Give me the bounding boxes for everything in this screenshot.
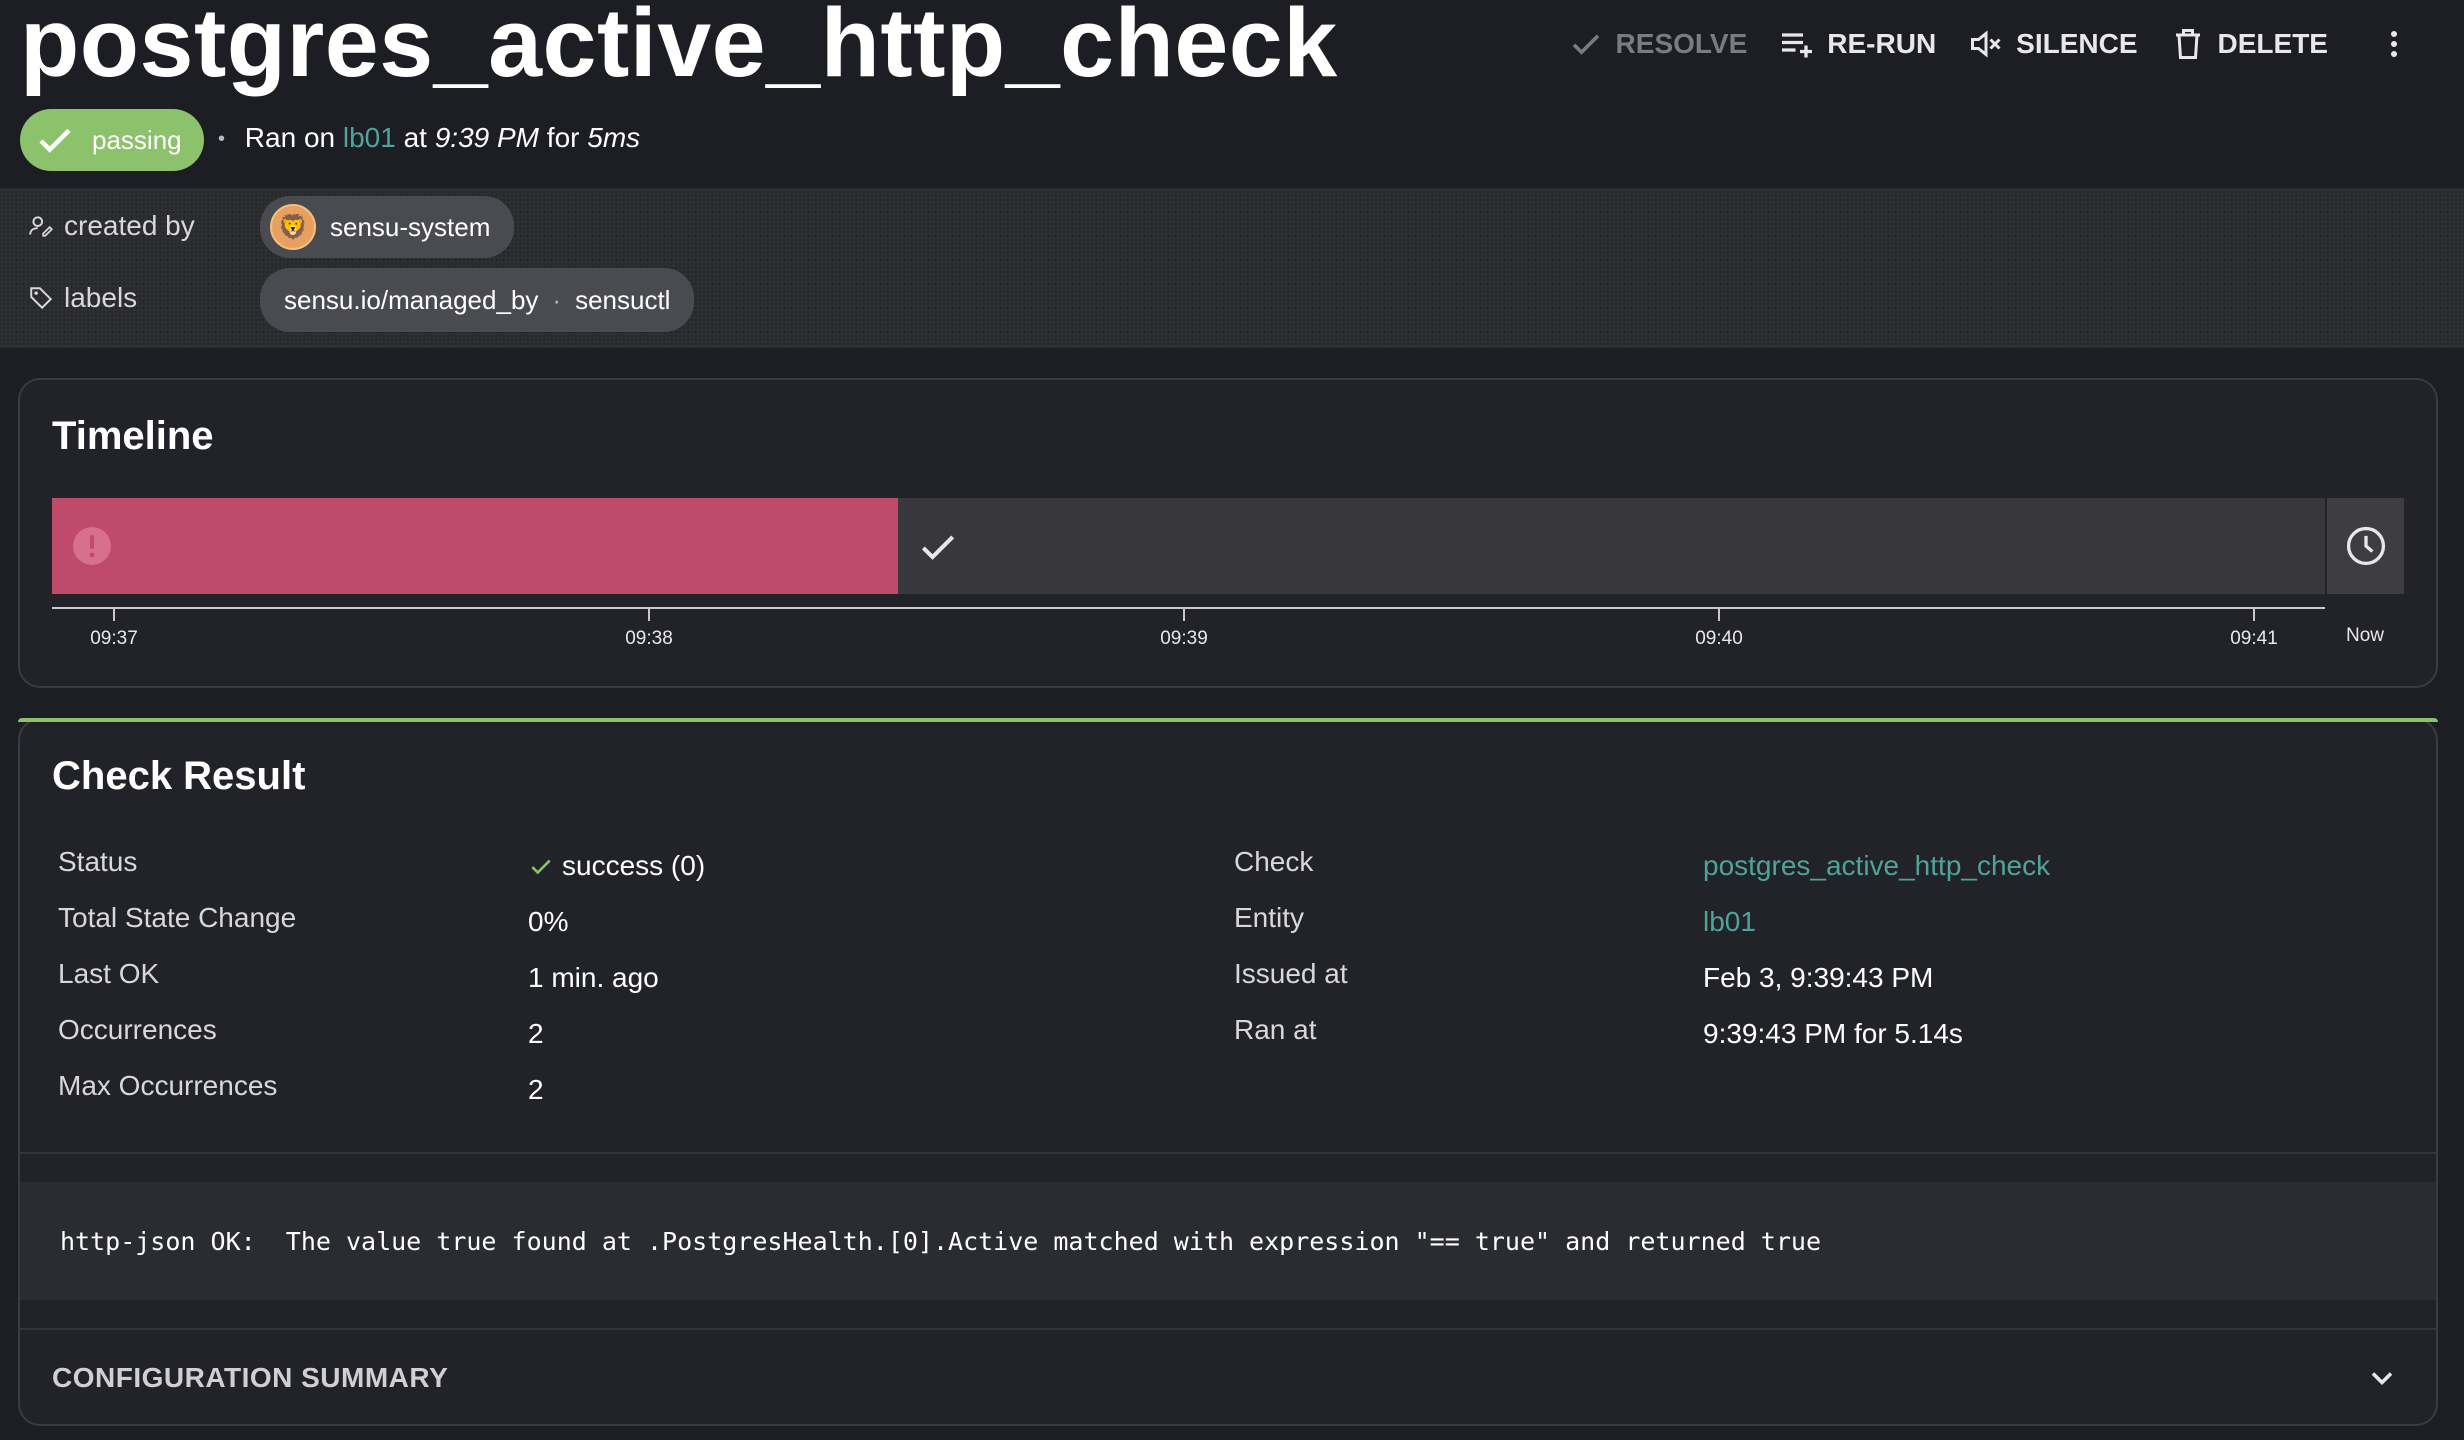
timeline-tick-label: 09:41 [2230, 628, 2278, 649]
status-value-text: success (0) [562, 850, 706, 881]
check-result-card [18, 718, 2438, 1426]
last-ok-value: 1 min. ago [528, 962, 659, 993]
label-chip[interactable]: sensu.io/managed_by · sensuctl [260, 268, 695, 332]
issued-at-value: Feb 3, 9:39:43 PM [1703, 962, 1934, 993]
check-label: Check [1234, 846, 1314, 877]
ran-on-prefix: Ran on [244, 122, 336, 153]
at-word: at [403, 122, 427, 153]
timeline-tick-label: 09:39 [1160, 628, 1208, 649]
status-value: success (0) [528, 850, 705, 882]
check-link[interactable]: postgres_active_http_check [1703, 850, 2050, 882]
timeline-tick-label: 09:40 [1695, 628, 1743, 649]
check-icon [531, 859, 551, 875]
status-badge-label: passing [92, 124, 182, 155]
entity-link[interactable]: lb01 [343, 122, 396, 153]
check-result-title: Check Result [52, 754, 306, 798]
timeline-axis [52, 607, 2325, 609]
page-title: postgres_active_http_check [20, 0, 1338, 97]
last-ok-label: Last OK [58, 958, 160, 989]
total-state-change-label: Total State Change [58, 902, 297, 933]
status-badge: passing [20, 109, 204, 171]
timeline-tick [1183, 609, 1185, 621]
max-occurrences-value: 2 [528, 1074, 544, 1105]
person-edit-icon [29, 216, 54, 237]
timeline-tick [1718, 609, 1720, 621]
check-icon [921, 535, 955, 560]
timeline-tick [648, 609, 650, 621]
alert-icon [73, 527, 111, 565]
timeline-title: Timeline [52, 414, 214, 458]
configuration-summary-label: CONFIGURATION SUMMARY [52, 1362, 449, 1393]
status-accent-bar [18, 718, 2438, 722]
created-by-label: created by [28, 210, 195, 242]
created-by-value: sensu-system [330, 211, 491, 242]
max-occurrences-label: Max Occurrences [58, 1070, 278, 1101]
entity-label: Entity [1234, 902, 1305, 933]
action-toolbar: RESOLVE RE-RUN SILENCE DELETE [1568, 18, 2464, 70]
silence-button[interactable]: SILENCE [1968, 26, 2138, 62]
check-output: http-json OK: The value true found at .P… [20, 1182, 2436, 1300]
timeline-tick-label: 09:37 [90, 628, 138, 649]
created-by-chip[interactable]: 🦁 sensu-system [260, 196, 515, 258]
avatar: 🦁 [270, 204, 316, 250]
ran-at-value: 9:39:43 PM for 5.14s [1703, 1018, 1963, 1049]
rerun-button[interactable]: RE-RUN [1779, 26, 1936, 62]
timeline-tick [113, 609, 115, 621]
timeline-failing-segment[interactable] [52, 498, 898, 594]
entity-link[interactable]: lb01 [1703, 906, 1756, 938]
timeline-now-button[interactable] [2327, 498, 2404, 594]
labels-text: labels [64, 282, 138, 313]
delete-button[interactable]: DELETE [2170, 26, 2328, 62]
created-by-text: created by [64, 210, 195, 241]
total-state-change-value: 0% [528, 906, 569, 937]
timeline-now-label: Now [2345, 625, 2385, 646]
resolve-label: RESOLVE [1615, 28, 1748, 59]
for-word: for [546, 122, 580, 153]
ran-at-label: Ran at [1234, 1014, 1317, 1045]
run-time: 9:39 PM [434, 122, 540, 153]
more-menu-button[interactable] [2374, 24, 2414, 64]
timeline-tick [2253, 609, 2255, 621]
chevron-down-icon [2371, 1372, 2393, 1386]
timeline-tick-label: 09:38 [625, 628, 673, 649]
resolve-button[interactable]: RESOLVE [1568, 26, 1748, 62]
queue-add-icon [1782, 33, 1813, 58]
trash-icon [2175, 29, 2200, 59]
check-icon [1572, 34, 1599, 55]
clock-icon [2346, 526, 2385, 566]
rerun-label: RE-RUN [1827, 28, 1937, 59]
occurrences-label: Occurrences [58, 1014, 217, 1045]
divider [20, 1152, 2436, 1154]
label-value: sensuctl [575, 284, 671, 315]
volume-off-icon [1971, 30, 2001, 58]
check-icon [39, 128, 71, 153]
labels-label: labels [28, 282, 137, 314]
label-separator: · [552, 284, 562, 315]
run-duration: 5ms [587, 122, 641, 153]
separator-dot: • [218, 128, 226, 151]
more-vert-icon [2391, 31, 2397, 57]
label-key: sensu.io/managed_by [284, 284, 539, 315]
run-summary: • Ran on lb01 at 9:39 PM for 5ms [218, 122, 640, 154]
delete-label: DELETE [2217, 28, 2328, 59]
occurrences-value: 2 [528, 1018, 544, 1049]
tag-icon [30, 287, 53, 310]
silence-label: SILENCE [2016, 28, 2138, 59]
issued-at-label: Issued at [1234, 958, 1348, 989]
status-label: Status [58, 846, 138, 877]
